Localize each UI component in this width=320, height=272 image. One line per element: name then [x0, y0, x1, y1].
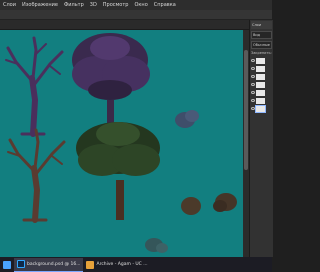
leafy-tree-green: [76, 122, 160, 220]
layer-thumbnail: [255, 104, 266, 113]
taskbar-item-label: Archive - Agam - UC ...: [96, 262, 148, 267]
document-canvas[interactable]: [0, 30, 249, 257]
eye-icon[interactable]: [251, 83, 255, 86]
menu-item-image[interactable]: Изображение: [19, 2, 61, 8]
canvas-artwork: [5, 33, 237, 253]
eye-icon[interactable]: [251, 67, 255, 70]
bush-purple: [175, 110, 199, 128]
lock-label: Закрепить:: [251, 51, 272, 55]
layers-panel: Слои Вид Обычные Закрепить:: [249, 20, 273, 257]
layer-row-selected[interactable]: [251, 104, 272, 113]
taskbar: background.psd @ 16... Archive - Agam - …: [0, 257, 272, 272]
layer-thumbnail: [256, 73, 265, 80]
menu-item-help[interactable]: Справка: [151, 2, 179, 8]
eye-icon[interactable]: [251, 59, 255, 62]
layer-thumbnail: [256, 89, 265, 96]
layer-row[interactable]: [251, 65, 272, 72]
layer-thumbnail: [256, 65, 265, 72]
photoshop-icon: [17, 260, 25, 268]
blend-mode-select[interactable]: Обычные: [251, 41, 272, 49]
leafy-tree-purple: [72, 33, 150, 134]
menu-item-layers[interactable]: Слои: [0, 2, 19, 8]
layer-thumbnail: [256, 81, 265, 88]
layer-row[interactable]: [251, 89, 272, 96]
layer-row[interactable]: [251, 73, 272, 80]
menu-item-view[interactable]: Просмотр: [100, 2, 132, 8]
menu-item-3d[interactable]: 3D: [87, 2, 100, 8]
layer-thumbnail: [256, 97, 265, 104]
browser-icon: [86, 260, 95, 269]
layer-row[interactable]: [251, 57, 272, 64]
taskbar-item-photoshop[interactable]: background.psd @ 16...: [14, 257, 84, 272]
layer-row[interactable]: [251, 81, 272, 88]
taskbar-item-browser[interactable]: Archive - Agam - UC ...: [83, 258, 150, 271]
scrollbar-thumb[interactable]: [244, 50, 248, 170]
layer-filter-select[interactable]: Вид: [251, 31, 272, 39]
tab-layers[interactable]: Слои: [251, 21, 272, 29]
layer-thumbnail: [256, 57, 265, 64]
menu-item-filter[interactable]: Фильтр: [61, 2, 87, 8]
bare-tree-brown: [7, 128, 66, 223]
menu-bar: Слои Изображение Фильтр 3D Просмотр Окно…: [0, 0, 272, 10]
eye-icon[interactable]: [251, 91, 255, 94]
bush-red-pair: [181, 193, 237, 215]
document-tab-bar: [0, 20, 249, 30]
eye-icon[interactable]: [251, 75, 255, 78]
bush-teal: [145, 238, 168, 253]
menu-item-window[interactable]: Окно: [131, 2, 150, 8]
windows-start-icon: [3, 260, 11, 269]
options-bar: [0, 10, 272, 20]
taskbar-item-label: background.psd @ 16...: [27, 261, 81, 267]
eye-icon[interactable]: [251, 107, 255, 110]
bare-tree-purple: [5, 36, 64, 137]
eye-icon[interactable]: [251, 99, 255, 102]
start-button[interactable]: [0, 258, 14, 271]
layer-row[interactable]: [251, 97, 272, 104]
